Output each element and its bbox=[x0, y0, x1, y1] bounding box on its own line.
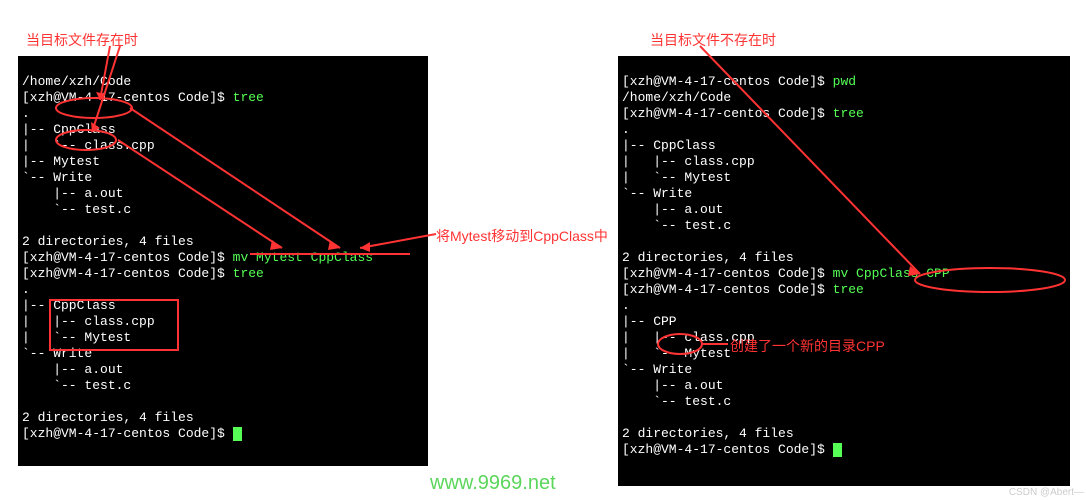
terminal-line: 2 directories, 4 files bbox=[22, 234, 194, 249]
terminal-line: . bbox=[22, 282, 30, 297]
terminal-line: |-- CppClass bbox=[22, 298, 116, 313]
terminal-line: /home/xzh/Code bbox=[622, 90, 731, 105]
terminal-line: | |-- class.cpp bbox=[622, 154, 755, 169]
prompt: [xzh@VM-4-17-centos Code]$ bbox=[22, 250, 225, 265]
terminal-line: | `-- Mytest bbox=[622, 346, 731, 361]
terminal-line: | `-- class.cpp bbox=[22, 138, 155, 153]
terminal-line: `-- test.c bbox=[622, 394, 731, 409]
prompt: [xzh@VM-4-17-centos Code]$ bbox=[22, 266, 225, 281]
terminal-line: |-- CppClass bbox=[622, 138, 716, 153]
terminal-line: 2 directories, 4 files bbox=[622, 250, 794, 265]
prompt: [xzh@VM-4-17-centos Code]$ bbox=[622, 74, 825, 89]
prompt: [xzh@VM-4-17-centos Code]$ bbox=[22, 90, 225, 105]
terminal-line: . bbox=[22, 106, 30, 121]
command-text: tree bbox=[825, 282, 864, 297]
terminal-line: `-- Write bbox=[22, 170, 92, 185]
terminal-line: |-- a.out bbox=[22, 186, 123, 201]
annotation-move-note: 将Mytest移动到CppClass中 bbox=[436, 226, 608, 246]
terminal-line: . bbox=[622, 298, 630, 313]
terminal-line: `-- Write bbox=[622, 186, 692, 201]
terminal-left[interactable]: /home/xzh/Code [xzh@VM-4-17-centos Code]… bbox=[18, 56, 428, 466]
terminal-line: `-- Write bbox=[622, 362, 692, 377]
terminal-line: `-- test.c bbox=[22, 378, 131, 393]
command-text: mv CppClass CPP bbox=[825, 266, 950, 281]
annotation-title-left: 当目标文件存在时 bbox=[26, 30, 138, 50]
prompt: [xzh@VM-4-17-centos Code]$ bbox=[22, 426, 225, 441]
terminal-line bbox=[225, 426, 233, 441]
command-text: mv Mytest CppClass bbox=[225, 250, 373, 265]
terminal-line: |-- a.out bbox=[22, 362, 123, 377]
terminal-line: `-- Write bbox=[22, 346, 92, 361]
prompt: [xzh@VM-4-17-centos Code]$ bbox=[622, 282, 825, 297]
terminal-line: `-- test.c bbox=[22, 202, 131, 217]
prompt: [xzh@VM-4-17-centos Code]$ bbox=[622, 106, 825, 121]
terminal-line: 2 directories, 4 files bbox=[22, 410, 194, 425]
terminal-line: |-- CppClass bbox=[22, 122, 116, 137]
annotation-create-note: 创建了一个新的目录CPP bbox=[730, 336, 885, 356]
terminal-line: `-- test.c bbox=[622, 218, 731, 233]
terminal-right[interactable]: [xzh@VM-4-17-centos Code]$ pwd /home/xzh… bbox=[618, 56, 1070, 486]
terminal-line: . bbox=[622, 122, 630, 137]
prompt: [xzh@VM-4-17-centos Code]$ bbox=[622, 266, 825, 281]
command-text: tree bbox=[225, 90, 264, 105]
terminal-line: 2 directories, 4 files bbox=[622, 426, 794, 441]
cursor-icon bbox=[833, 443, 842, 457]
terminal-line: |-- Mytest bbox=[22, 154, 100, 169]
annotation-title-right: 当目标文件不存在时 bbox=[650, 30, 776, 50]
watermark-text: www.9969.net bbox=[430, 472, 556, 495]
cursor-icon bbox=[233, 427, 242, 441]
terminal-line: | `-- Mytest bbox=[622, 170, 731, 185]
terminal-line: |-- a.out bbox=[622, 378, 723, 393]
command-text: tree bbox=[825, 106, 864, 121]
terminal-line: /home/xzh/Code bbox=[22, 74, 131, 89]
terminal-line: | |-- class.cpp bbox=[22, 314, 155, 329]
command-text: tree bbox=[225, 266, 264, 281]
terminal-line: | `-- Mytest bbox=[22, 330, 131, 345]
terminal-line: |-- CPP bbox=[622, 314, 677, 329]
terminal-line: |-- a.out bbox=[622, 202, 723, 217]
command-text: pwd bbox=[825, 74, 856, 89]
credit-text: CSDN @Abert— bbox=[1009, 487, 1084, 498]
terminal-line bbox=[825, 442, 833, 457]
prompt: [xzh@VM-4-17-centos Code]$ bbox=[622, 442, 825, 457]
